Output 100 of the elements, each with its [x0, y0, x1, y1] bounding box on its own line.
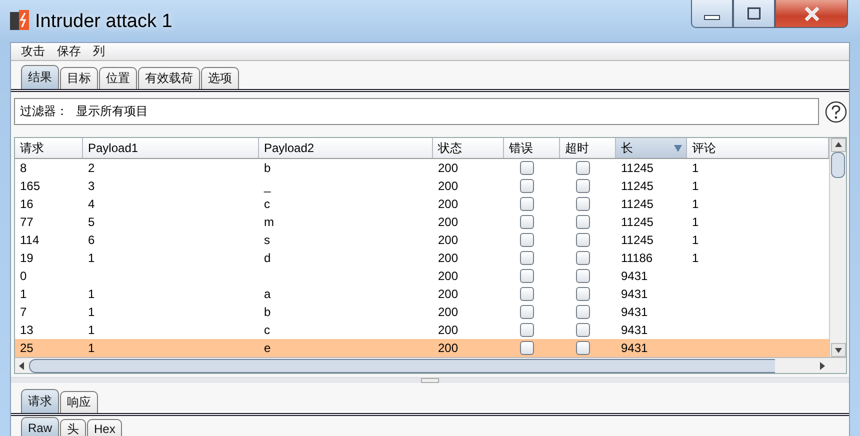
table-cell-text: 1 [691, 160, 700, 177]
maximize-button[interactable] [733, 0, 775, 28]
table-row[interactable]: 19 1 d 200 11186 1 [15, 249, 829, 267]
table-cell-text: 200 [437, 160, 460, 177]
minimize-icon [704, 15, 720, 20]
table-cell-text: 1 [691, 232, 700, 249]
tab[interactable]: 位置 [99, 67, 137, 89]
table-cell-text: 9431 [620, 340, 649, 357]
table-cell-text: 25 [19, 340, 34, 357]
table-cell-text: 11245 [620, 196, 654, 213]
table-row[interactable]: 16 4 c 200 11245 1 [15, 195, 829, 213]
table-cell-text: 200 [437, 340, 460, 357]
app-icon [10, 10, 29, 30]
table-cell-text: 13 [19, 322, 34, 339]
table-cell-text: 7 [19, 304, 28, 321]
table-cell-text: 4 [87, 196, 96, 213]
table-cell-text: 9431 [620, 304, 649, 321]
tab[interactable]: 请求 [21, 389, 59, 413]
help-icon[interactable] [825, 100, 847, 122]
table-cell-text: 6 [87, 232, 96, 249]
table-cell-text: m [263, 214, 275, 231]
table-cell-text: 9431 [620, 286, 649, 303]
table-cell-text: 1 [87, 322, 96, 339]
tab[interactable]: 目标 [60, 67, 98, 89]
table-cell-text: 11245 [620, 214, 654, 231]
table-cell-text: _ [262, 178, 272, 195]
table-cell-text: 2 [87, 160, 96, 177]
table-cell-text: 16 [19, 196, 34, 213]
tab[interactable]: 有效载荷 [138, 67, 200, 89]
table-cell-text: 8 [19, 160, 28, 177]
table-cell-text: b [263, 160, 272, 177]
column-header[interactable]: 长 [616, 138, 687, 158]
scroll-down-button[interactable] [830, 343, 846, 357]
table-row[interactable]: 25 1 e 200 9431 [15, 339, 829, 357]
table-row[interactable]: 0 200 9431 [15, 267, 829, 285]
table-row[interactable]: 165 3 _ 200 11245 1 [15, 177, 829, 195]
table-cell-text: 200 [437, 214, 460, 231]
table-cell-text: 1 [19, 286, 28, 303]
window-title: Intruder attack 1 [35, 11, 172, 33]
table-cell-text: 1 [87, 250, 96, 267]
column-header[interactable]: 请求 [15, 138, 83, 158]
tab[interactable]: 响应 [60, 391, 98, 413]
table-row[interactable]: 114 6 s 200 11245 1 [15, 231, 829, 249]
table-row[interactable]: 1 1 a 200 9431 [15, 285, 829, 303]
table-cell-text: 9431 [620, 322, 649, 339]
table-cell-text: 200 [437, 322, 460, 339]
table-cell-text: 11245 [620, 178, 654, 195]
table-cell-text: 77 [19, 214, 34, 231]
table-cell-text: 11245 [620, 232, 654, 249]
column-header[interactable]: 错误 [504, 138, 560, 158]
table-cell-text: s [263, 232, 271, 249]
table-cell-text: 3 [87, 178, 96, 195]
table-row[interactable]: 77 5 m 200 11245 1 [15, 213, 829, 231]
table-cell-text: 200 [437, 286, 460, 303]
table-cell-text: 165 [19, 178, 42, 195]
table-cell-text: 1 [87, 286, 96, 303]
table-cell-text: 200 [437, 304, 460, 321]
table-cell-text: 200 [437, 268, 460, 285]
sort-descending-icon [674, 144, 682, 152]
tab[interactable]: 头 [60, 419, 86, 436]
column-header[interactable]: 状态 [433, 138, 504, 158]
maximize-icon [744, 6, 764, 20]
table-cell-text: 0 [19, 268, 28, 285]
table-cell-text: 1 [691, 196, 700, 213]
filter-bar[interactable]: 过滤器： 显示所有项目 [14, 98, 819, 125]
table-cell-text: 200 [437, 196, 460, 213]
menu-item[interactable]: 保存 [57, 43, 81, 60]
table-cell-text: 19 [19, 250, 34, 267]
table-cell-text: e [263, 340, 272, 357]
table-cell-text: a [263, 286, 272, 303]
column-header[interactable]: Payload2 [259, 138, 433, 158]
scroll-up-button[interactable] [830, 138, 846, 152]
table-cell-text: b [263, 304, 272, 321]
table-row[interactable]: 7 1 b 200 9431 [15, 303, 829, 321]
tab[interactable]: Raw [21, 417, 60, 436]
table-cell-text: 1 [691, 250, 700, 267]
table-cell-text: 5 [87, 214, 96, 231]
table-cell-text: 114 [19, 232, 40, 249]
menu-item[interactable]: 列 [93, 43, 105, 60]
table-cell-text: c [263, 322, 271, 339]
minimize-button[interactable] [691, 0, 733, 28]
scrollbar-thumb[interactable] [29, 358, 775, 372]
table-cell-text: 9431 [620, 268, 649, 285]
scrollbar-thumb[interactable] [831, 152, 845, 178]
split-handle[interactable] [421, 378, 439, 383]
table-cell-text: 200 [437, 250, 460, 267]
tab[interactable]: 选项 [201, 67, 239, 89]
tab[interactable]: Hex [87, 419, 122, 436]
table-row[interactable]: 13 1 c 200 9431 [15, 321, 829, 339]
close-button[interactable] [775, 0, 848, 28]
table-row[interactable]: 8 2 b 200 11245 1 [15, 159, 829, 177]
table-cell-text: c [263, 196, 271, 213]
table-cell-text: 1 [87, 304, 96, 321]
table-cell-text: 1 [87, 340, 96, 357]
table-cell-text: 200 [437, 232, 460, 249]
table-cell-text: 1 [691, 214, 700, 231]
column-header[interactable]: Payload1 [83, 138, 259, 158]
table-cell-text: 11186 [620, 250, 654, 267]
tab[interactable]: 结果 [21, 65, 59, 89]
menu-item[interactable]: 攻击 [21, 43, 45, 60]
